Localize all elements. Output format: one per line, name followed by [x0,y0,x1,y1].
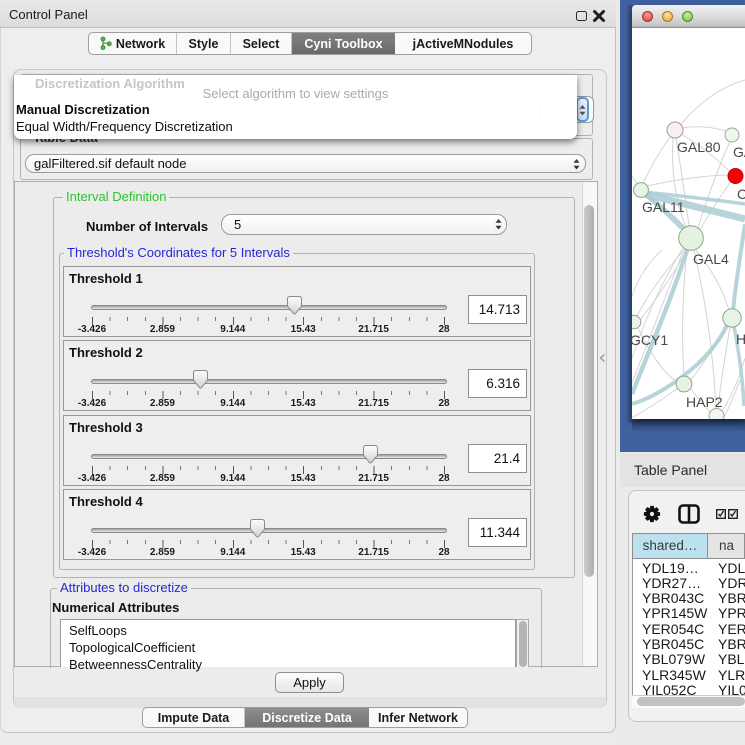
svg-text:HAP2: HAP2 [686,394,723,410]
svg-text:GAL11: GAL11 [642,199,685,215]
svg-text:GAL80: GAL80 [677,139,721,155]
svg-text:H: H [736,331,745,347]
svg-text:C: C [737,186,745,202]
svg-text:GA: GA [733,144,745,160]
svg-text:GAL4: GAL4 [693,251,729,267]
svg-text:GCY1: GCY1 [632,332,668,348]
